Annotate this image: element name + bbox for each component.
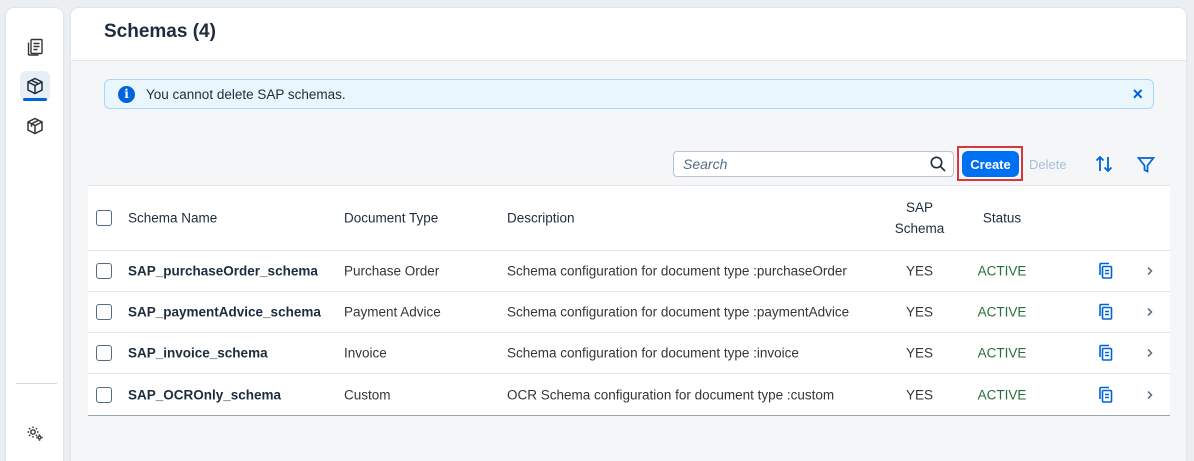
page-title: Schemas (4) xyxy=(104,21,216,42)
table-header-row: Schema Name Document Type Description SA… xyxy=(88,185,1170,251)
info-message-text: You cannot delete SAP schemas. xyxy=(146,87,346,102)
schemas-table: Schema Name Document Type Description SA… xyxy=(88,185,1170,416)
chevron-right-icon[interactable] xyxy=(1143,305,1157,319)
package-icon xyxy=(27,117,43,135)
chevron-right-icon[interactable] xyxy=(1143,264,1157,278)
copy-icon[interactable] xyxy=(1096,385,1116,405)
document-type: Payment Advice xyxy=(344,304,441,320)
table-row[interactable]: SAP_purchaseOrder_schema Purchase Order … xyxy=(88,251,1170,292)
copy-icon[interactable] xyxy=(1096,343,1116,363)
table-row[interactable]: SAP_OCROnly_schema Custom OCR Schema con… xyxy=(88,374,1170,415)
nav-templates[interactable] xyxy=(20,111,50,141)
status-value: ACTIVE xyxy=(977,345,1027,361)
status-value: ACTIVE xyxy=(977,263,1027,279)
sidebar-divider xyxy=(16,383,57,384)
side-navigation xyxy=(6,8,63,461)
copy-icon[interactable] xyxy=(1096,302,1116,322)
column-header-description: Description xyxy=(507,210,575,226)
copy-icon[interactable] xyxy=(1096,261,1116,281)
schema-name: SAP_paymentAdvice_schema xyxy=(128,304,321,320)
description: Schema configuration for document type :… xyxy=(507,304,850,320)
document-type: Custom xyxy=(344,387,391,402)
sap-schema-value: YES xyxy=(905,263,933,279)
search-field[interactable] xyxy=(673,151,954,177)
status-value: ACTIVE xyxy=(977,304,1027,320)
schema-name: SAP_purchaseOrder_schema xyxy=(128,263,318,279)
table-row[interactable]: SAP_invoice_schema Invoice Schema config… xyxy=(88,333,1170,374)
cube-icon xyxy=(27,77,43,95)
status-value: ACTIVE xyxy=(977,387,1027,402)
nav-documents[interactable] xyxy=(20,32,50,62)
row-checkbox[interactable] xyxy=(96,304,112,320)
gears-icon xyxy=(27,426,43,441)
sap-schema-value: YES xyxy=(905,387,933,402)
page-header: Schemas (4) xyxy=(71,8,1186,61)
info-icon: i xyxy=(118,86,135,103)
table-row[interactable]: SAP_paymentAdvice_schema Payment Advice … xyxy=(88,292,1170,333)
delete-button[interactable]: Delete xyxy=(1029,157,1067,172)
sap-schema-value: YES xyxy=(905,304,933,320)
select-all-checkbox[interactable] xyxy=(96,210,112,226)
column-header-status: Status xyxy=(982,210,1022,226)
schema-name: SAP_invoice_schema xyxy=(128,345,268,361)
row-checkbox[interactable] xyxy=(96,386,112,403)
sort-icon[interactable] xyxy=(1093,153,1115,175)
nav-schemas[interactable] xyxy=(20,71,50,101)
create-button[interactable]: Create xyxy=(962,151,1019,177)
row-checkbox[interactable] xyxy=(96,263,112,279)
filter-icon[interactable] xyxy=(1135,154,1157,176)
description: Schema configuration for document type :… xyxy=(507,263,847,279)
column-header-document-type: Document Type xyxy=(344,210,439,226)
documents-icon xyxy=(27,38,43,56)
chevron-right-icon[interactable] xyxy=(1143,388,1157,402)
main-panel: Schemas (4) i You cannot delete SAP sche… xyxy=(71,8,1186,461)
nav-settings[interactable] xyxy=(20,418,50,448)
chevron-right-icon[interactable] xyxy=(1143,346,1157,360)
column-header-schema-name: Schema Name xyxy=(128,210,218,226)
sap-schema-value: YES xyxy=(905,345,933,361)
info-message-strip: i You cannot delete SAP schemas. × xyxy=(104,79,1154,109)
column-header-sap-schema: SAP Schema xyxy=(894,200,945,236)
document-type: Invoice xyxy=(344,345,387,361)
document-type: Purchase Order xyxy=(344,263,440,279)
schema-name: SAP_OCROnly_schema xyxy=(128,387,282,402)
close-icon[interactable]: × xyxy=(1132,84,1143,104)
search-input[interactable] xyxy=(683,156,913,172)
description: OCR Schema configuration for document ty… xyxy=(507,387,835,402)
row-checkbox[interactable] xyxy=(96,345,112,361)
search-icon[interactable] xyxy=(929,155,947,173)
description: Schema configuration for document type :… xyxy=(507,345,799,361)
